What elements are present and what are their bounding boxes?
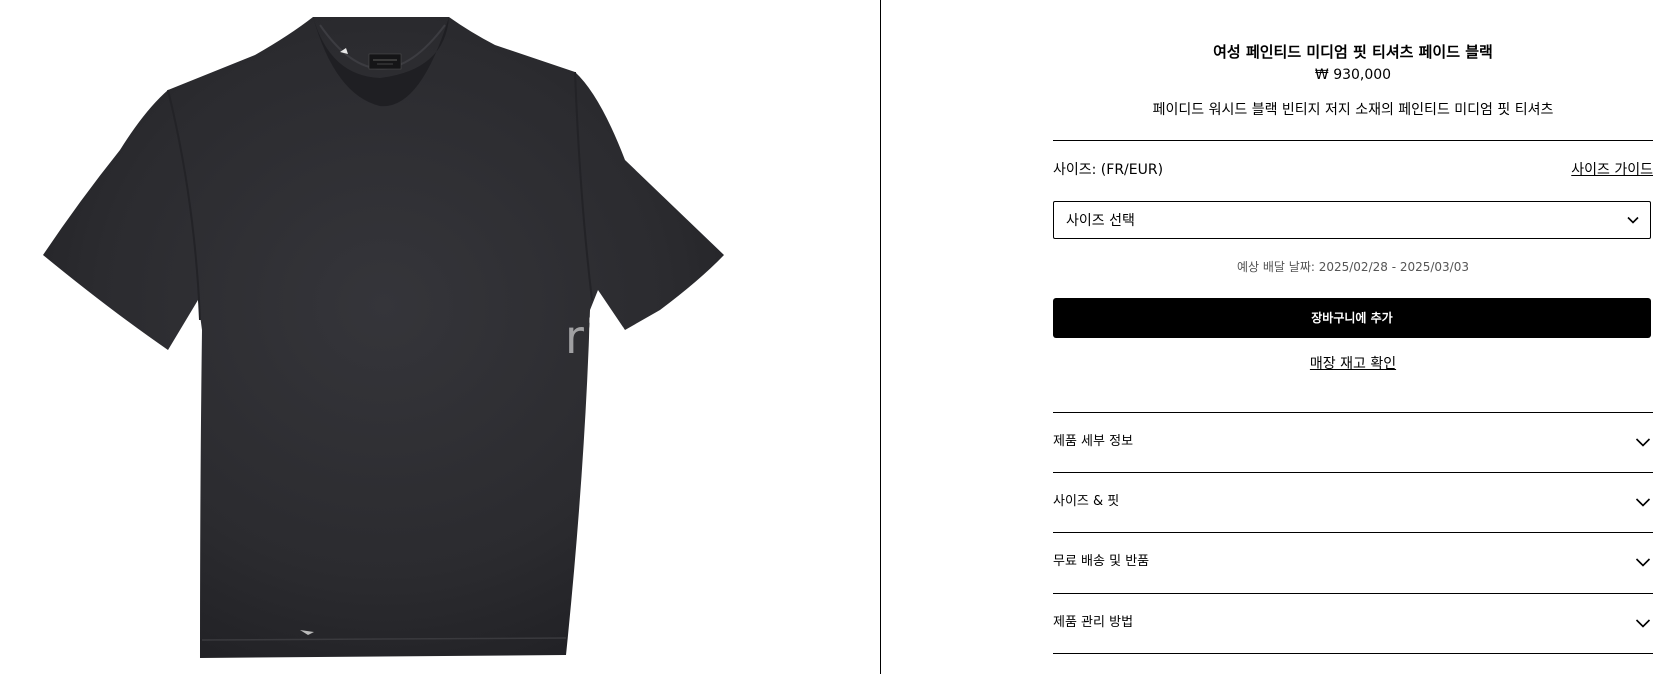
accordion-label: 제품 관리 방법 xyxy=(1053,615,1134,630)
add-to-cart-button[interactable]: 장바구니에 추가 xyxy=(1053,298,1651,338)
product-image xyxy=(43,17,724,658)
size-select[interactable]: 사이즈 선택 xyxy=(1053,201,1651,239)
accordion-care[interactable]: 제품 관리 방법 xyxy=(1053,594,1653,653)
accordion-shipping-returns[interactable]: 무료 배송 및 반품 xyxy=(1053,533,1653,592)
accordion-label: 사이즈 & 핏 xyxy=(1053,494,1120,509)
chevron-down-icon xyxy=(1627,216,1639,224)
chevron-down-icon xyxy=(1635,438,1651,447)
product-description: 페이디드 워시드 블랙 빈티지 저지 소재의 페인티드 미디엄 핏 티셔츠 xyxy=(1152,102,1554,118)
product-image-pane: rix xyxy=(0,0,880,674)
tshirt-body xyxy=(43,17,724,658)
chevron-down-icon xyxy=(1635,498,1651,507)
chevron-down-icon xyxy=(1635,558,1651,567)
chevron-down-icon xyxy=(1635,619,1651,628)
delivery-estimate: 예상 배달 날짜: 2025/02/28 - 2025/03/03 xyxy=(1236,260,1469,274)
divider xyxy=(1053,653,1653,654)
accordion-size-fit[interactable]: 사이즈 & 핏 xyxy=(1053,473,1653,532)
product-title: 여성 페인티드 미디엄 핏 티셔츠 페이드 블랙 xyxy=(1213,43,1493,61)
size-guide-link[interactable]: 사이즈 가이드 xyxy=(1571,160,1653,180)
size-select-value: 사이즈 선택 xyxy=(1066,213,1135,229)
size-label: 사이즈: (FR/EUR) xyxy=(1053,162,1164,178)
check-store-stock-link[interactable]: 매장 재고 확인 xyxy=(1310,356,1396,372)
accordion-label: 제품 세부 정보 xyxy=(1053,434,1134,449)
brand-label xyxy=(368,53,402,70)
product-price: ₩ 930,000 xyxy=(1314,67,1392,83)
store-stock-row: 매장 재고 확인 xyxy=(1053,354,1653,374)
accordion-label: 무료 배송 및 반품 xyxy=(1053,554,1150,569)
product-page: rix 여성 페인티드 미디엄 핏 티셔츠 페이드 블랙 ₩ 930,000 페… xyxy=(0,0,1658,674)
accordion-product-details[interactable]: 제품 세부 정보 xyxy=(1053,413,1653,472)
product-info-pane: 여성 페인티드 미디엄 핏 티셔츠 페이드 블랙 ₩ 930,000 페이디드 … xyxy=(1053,0,1653,674)
pane-divider xyxy=(880,0,881,674)
divider xyxy=(1053,140,1653,141)
